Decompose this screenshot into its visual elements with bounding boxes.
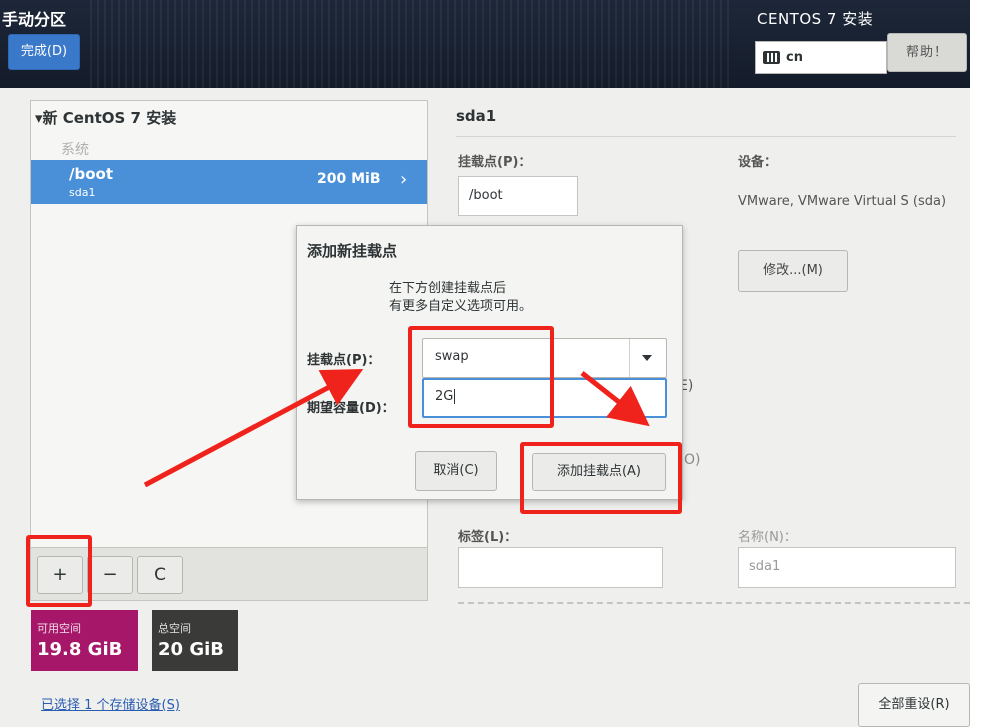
dialog-description-line: 在下方创建挂载点后 xyxy=(389,281,507,296)
keyboard-icon xyxy=(763,51,780,64)
remove-partition-button[interactable]: − xyxy=(87,556,133,594)
label-field[interactable] xyxy=(458,547,663,588)
mount-point-field[interactable]: /boot xyxy=(458,176,578,216)
dialog-description-line: 有更多自定义选项可用。 xyxy=(389,299,533,314)
system-section-label: 系统 xyxy=(61,142,89,158)
dialog-mount-point-label: 挂载点(P)： xyxy=(307,353,381,368)
refresh-icon[interactable]: C xyxy=(137,556,183,594)
dialog-description: 在下方创建挂载点后 有更多自定义选项可用。 xyxy=(389,280,532,316)
label-field-label: 标签(L)： xyxy=(458,530,518,545)
mount-point-label: 挂载点(P)： xyxy=(458,155,532,170)
available-space-value: 19.8 GiB xyxy=(37,639,123,660)
partition-mount-point: /boot xyxy=(69,165,113,183)
device-description: VMware, VMware Virtual S (sda) xyxy=(738,194,947,209)
chevron-right-icon: › xyxy=(400,169,408,190)
detail-divider xyxy=(456,136,956,137)
dashed-divider xyxy=(458,602,970,604)
selected-storage-link[interactable]: 已选择 1 个存储设备(S) xyxy=(41,694,180,713)
dialog-title: 添加新挂载点 xyxy=(307,242,398,260)
install-title: CENTOS 7 安装 xyxy=(757,10,874,28)
partition-detail-title: sda1 xyxy=(456,107,497,125)
partition-size: 200 MiB xyxy=(317,171,381,187)
available-space-box: 可用空间 19.8 GiB xyxy=(31,610,138,671)
partition-row-boot[interactable]: /boot sda1 200 MiB › xyxy=(31,160,427,204)
available-space-label: 可用空间 xyxy=(37,622,81,635)
total-space-box: 总空间 20 GiB xyxy=(152,610,238,671)
cancel-button[interactable]: 取消(C) xyxy=(415,451,497,491)
obscured-label-fragment: O) xyxy=(684,452,701,468)
name-field[interactable]: sda1 xyxy=(738,547,956,588)
page-title: 手动分区 xyxy=(2,10,67,29)
annotation-highlight-fields xyxy=(408,326,554,428)
device-label: 设备： xyxy=(738,155,778,170)
total-space-value: 20 GiB xyxy=(158,639,224,660)
total-space-label: 总空间 xyxy=(158,622,191,635)
modify-device-button[interactable]: 修改...(M) xyxy=(738,250,848,292)
keyboard-layout-indicator[interactable]: cn xyxy=(755,41,887,74)
keyboard-layout-label: cn xyxy=(786,50,803,65)
name-field-label: 名称(N)： xyxy=(738,530,797,545)
top-header-bar: 手动分区 完成(D) CENTOS 7 安装 cn 帮助！ xyxy=(0,0,970,88)
chevron-down-icon[interactable] xyxy=(642,355,652,361)
partition-device: sda1 xyxy=(69,186,96,199)
help-button[interactable]: 帮助！ xyxy=(887,33,967,72)
annotation-highlight-add-mount-button xyxy=(520,442,682,514)
new-install-heading[interactable]: ▾新 CentOS 7 安装 xyxy=(35,107,176,128)
reset-all-button[interactable]: 全部重设(R) xyxy=(858,683,970,727)
done-button[interactable]: 完成(D) xyxy=(8,34,80,70)
annotation-highlight-add-button xyxy=(26,535,92,607)
desired-capacity-label: 期望容量(D)： xyxy=(307,401,395,416)
combobox-divider xyxy=(629,339,630,377)
